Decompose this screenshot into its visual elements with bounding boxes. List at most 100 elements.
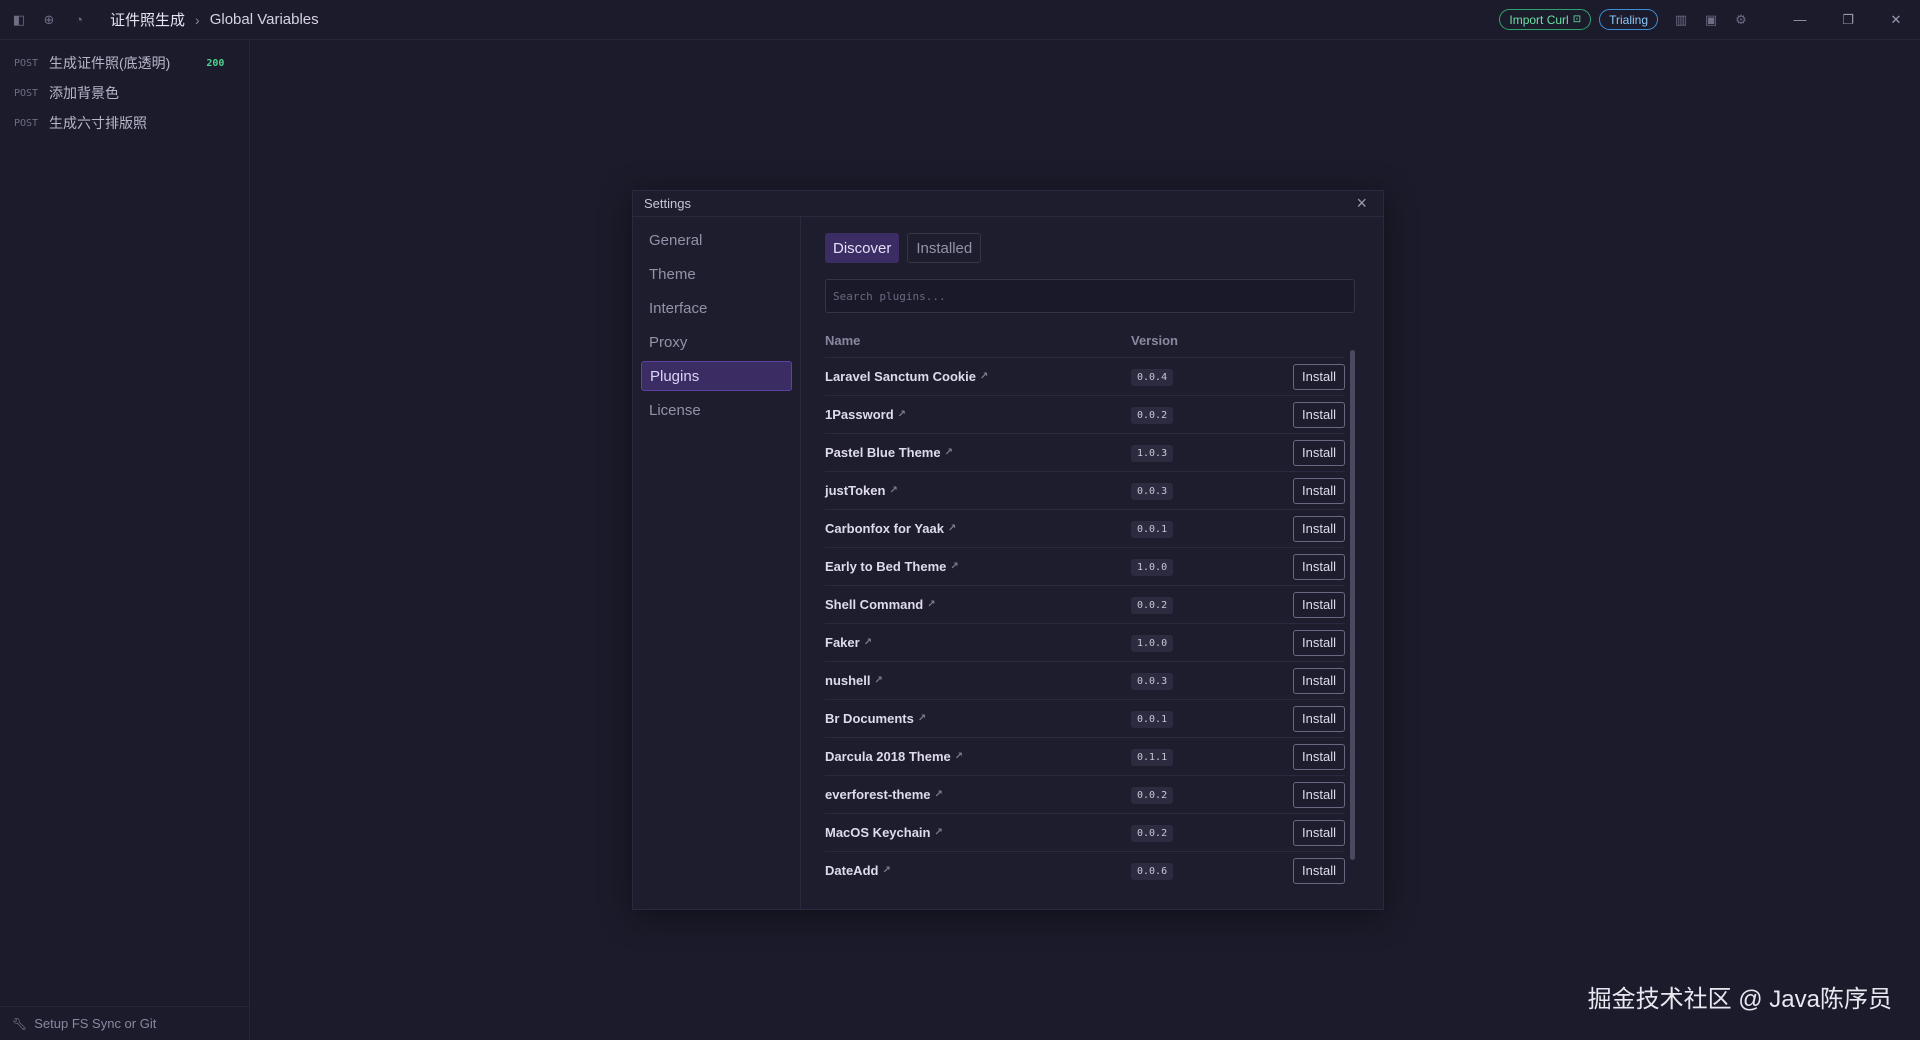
- install-button[interactable]: Install: [1293, 401, 1345, 428]
- close-window-button[interactable]: ✕: [1872, 0, 1920, 40]
- import-icon: ⊡: [1572, 14, 1582, 25]
- plugin-name: justToken: [825, 483, 886, 498]
- install-button[interactable]: Install: [1293, 667, 1345, 694]
- history-icon[interactable]: ◔: [64, 5, 94, 35]
- external-link-icon[interactable]: ↗: [955, 751, 963, 762]
- plugin-name-cell[interactable]: justToken ↗: [825, 483, 1131, 498]
- install-button[interactable]: Install: [1293, 477, 1345, 504]
- search-input[interactable]: [833, 289, 1354, 303]
- trial-badge[interactable]: Trialing: [1599, 9, 1658, 30]
- external-link-icon[interactable]: ↗: [948, 523, 956, 534]
- external-link-icon[interactable]: ↗: [864, 637, 872, 648]
- plugin-name-cell[interactable]: Shell Command ↗: [825, 597, 1131, 612]
- request-item[interactable]: POST 生成六寸排版照: [0, 108, 249, 138]
- plugin-name-cell[interactable]: Darcula 2018 Theme ↗: [825, 749, 1131, 764]
- plugin-name-cell[interactable]: Pastel Blue Theme ↗: [825, 445, 1131, 460]
- tab-installed[interactable]: Installed: [907, 233, 982, 263]
- request-item[interactable]: POST 生成证件照(底透明) 200: [0, 48, 249, 78]
- sidebar-toggle-icon[interactable]: ◧: [4, 5, 34, 35]
- version-cell: 0.0.6: [1131, 861, 1271, 880]
- split-layout-icon[interactable]: ▥: [1666, 5, 1696, 35]
- table-row: Early to Bed Theme ↗ 1.0.0 Install: [825, 547, 1345, 585]
- plugin-version: 0.1.1: [1131, 749, 1174, 766]
- install-button[interactable]: Install: [1293, 705, 1345, 732]
- gear-icon[interactable]: ⚙: [1726, 5, 1756, 35]
- request-item[interactable]: POST 添加背景色: [0, 78, 249, 108]
- sync-setup-button[interactable]: 🔧︎ Setup FS Sync or Git: [0, 1006, 250, 1040]
- scrollbar[interactable]: [1350, 350, 1355, 860]
- plugin-name-cell[interactable]: Br Documents ↗: [825, 711, 1131, 726]
- install-button[interactable]: Install: [1293, 363, 1345, 390]
- version-cell: 1.0.3: [1131, 443, 1271, 462]
- install-button[interactable]: Install: [1293, 553, 1345, 580]
- version-cell: 0.0.1: [1131, 519, 1271, 538]
- external-link-icon[interactable]: ↗: [935, 827, 943, 838]
- plugin-version: 0.0.2: [1131, 825, 1174, 842]
- plugin-version: 0.0.1: [1131, 711, 1174, 728]
- install-button[interactable]: Install: [1293, 629, 1345, 656]
- external-link-icon[interactable]: ↗: [889, 485, 897, 496]
- minimize-button[interactable]: —: [1776, 0, 1824, 40]
- plugin-version: 0.0.3: [1131, 483, 1174, 500]
- external-link-icon[interactable]: ↗: [882, 865, 890, 876]
- import-curl-button[interactable]: Import Curl ⊡: [1499, 9, 1592, 30]
- install-button[interactable]: Install: [1293, 743, 1345, 770]
- nav-plugins[interactable]: Plugins: [641, 361, 792, 391]
- external-link-icon[interactable]: ↗: [898, 409, 906, 420]
- external-link-icon[interactable]: ↗: [875, 675, 883, 686]
- plugins-table: Name Version Laravel Sanctum Cookie ↗ 0.0.…: [825, 323, 1345, 889]
- tab-discover[interactable]: Discover: [825, 233, 900, 263]
- plugin-name-cell[interactable]: DateAdd ↗: [825, 863, 1131, 878]
- plugin-version: 0.0.4: [1131, 369, 1174, 386]
- request-name: 添加背景色: [49, 85, 119, 101]
- external-link-icon[interactable]: ↗: [918, 713, 926, 724]
- watermark: 掘金技术社区 @ Java陈序员: [1587, 986, 1892, 1013]
- table-row: Br Documents ↗ 0.0.1 Install: [825, 699, 1345, 737]
- external-link-icon[interactable]: ↗: [950, 561, 958, 572]
- nav-theme[interactable]: Theme: [641, 259, 792, 289]
- plugin-name-cell[interactable]: Early to Bed Theme ↗: [825, 559, 1131, 574]
- table-row: DateAdd ↗ 0.0.6 Install: [825, 851, 1345, 889]
- new-request-icon[interactable]: ⊕: [34, 5, 64, 35]
- plugin-version: 0.0.2: [1131, 407, 1174, 424]
- plugin-name-cell[interactable]: Carbonfox for Yaak ↗: [825, 521, 1131, 536]
- nav-license[interactable]: License: [641, 395, 792, 425]
- external-link-icon[interactable]: ↗: [945, 447, 953, 458]
- version-cell: 1.0.0: [1131, 633, 1271, 652]
- install-button[interactable]: Install: [1293, 819, 1345, 846]
- plugin-name-cell[interactable]: nushell ↗: [825, 673, 1131, 688]
- import-curl-label: Import Curl: [1509, 12, 1569, 27]
- nav-general[interactable]: General: [641, 225, 792, 255]
- nav-interface[interactable]: Interface: [641, 293, 792, 323]
- plugin-name-cell[interactable]: 1Password ↗: [825, 407, 1131, 422]
- plugin-name-cell[interactable]: Faker ↗: [825, 635, 1131, 650]
- install-button[interactable]: Install: [1293, 857, 1345, 884]
- plugin-name-cell[interactable]: everforest-theme ↗: [825, 787, 1131, 802]
- nav-proxy[interactable]: Proxy: [641, 327, 792, 357]
- plugin-name-cell[interactable]: MacOS Keychain ↗: [825, 825, 1131, 840]
- install-button[interactable]: Install: [1293, 515, 1345, 542]
- external-link-icon[interactable]: ↗: [935, 789, 943, 800]
- request-name: 生成证件照(底透明): [49, 55, 171, 71]
- workspace-name[interactable]: 证件照生成: [110, 9, 185, 30]
- plugin-name: Br Documents: [825, 711, 914, 726]
- table-row: justToken ↗ 0.0.3 Install: [825, 471, 1345, 509]
- table-row: Darcula 2018 Theme ↗ 0.1.1 Install: [825, 737, 1345, 775]
- install-button[interactable]: Install: [1293, 781, 1345, 808]
- external-link-icon[interactable]: ↗: [927, 599, 935, 610]
- table-row: Carbonfox for Yaak ↗ 0.0.1 Install: [825, 509, 1345, 547]
- close-icon[interactable]: ×: [1356, 193, 1367, 214]
- version-cell: 0.0.3: [1131, 671, 1271, 690]
- top-bar: ◧ ⊕ ◔ 证件照生成 › Global Variables Import Cu…: [0, 0, 1920, 40]
- table-row: Pastel Blue Theme ↗ 1.0.3 Install: [825, 433, 1345, 471]
- environment-selector[interactable]: Global Variables: [210, 11, 319, 28]
- plugin-name-cell[interactable]: Laravel Sanctum Cookie ↗: [825, 369, 1131, 384]
- install-button[interactable]: Install: [1293, 591, 1345, 618]
- maximize-button[interactable]: ❐: [1824, 0, 1872, 40]
- terminal-icon[interactable]: ▣: [1696, 5, 1726, 35]
- column-version-header: Version: [1131, 332, 1178, 348]
- plugin-name: nushell: [825, 673, 871, 688]
- version-cell: 0.1.1: [1131, 747, 1271, 766]
- external-link-icon[interactable]: ↗: [980, 371, 988, 382]
- install-button[interactable]: Install: [1293, 439, 1345, 466]
